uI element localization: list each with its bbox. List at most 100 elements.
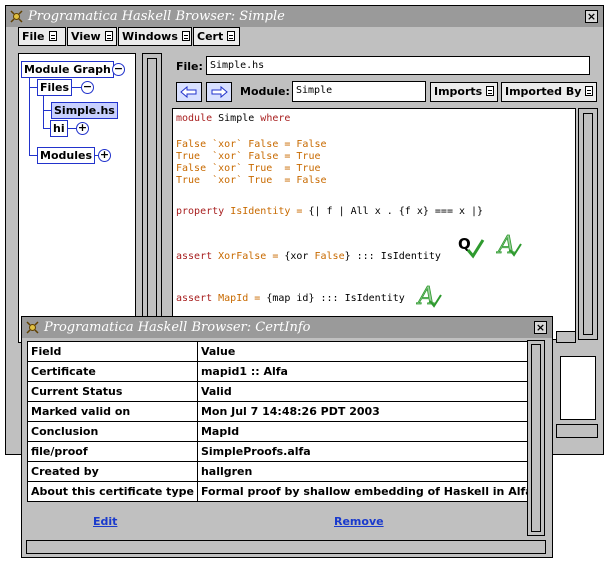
certinfo-window-title: Programatica Haskell Browser: CertInfo	[44, 320, 311, 335]
alfa-icon[interactable]: A	[496, 230, 522, 258]
menu-windows-label: Windows	[122, 30, 178, 43]
alfa-icon[interactable]: A	[416, 281, 442, 309]
app-icon	[26, 321, 39, 334]
horizontal-scrollbar[interactable]	[556, 331, 576, 343]
table-row: Certificate mapid1 :: Alfa	[27, 361, 537, 382]
app-icon	[10, 10, 23, 23]
imported-by-label: Imported By	[505, 85, 582, 98]
field-cell: Marked valid on	[27, 401, 198, 422]
expand-icon[interactable]: +	[98, 149, 111, 162]
tree-connector	[29, 77, 30, 155]
code-text: XorFalse =	[212, 251, 285, 262]
table-row: Conclusion MapId	[27, 421, 537, 442]
forward-button[interactable]	[206, 82, 232, 102]
tree-connector	[72, 87, 81, 88]
imports-menu[interactable]: Imports	[430, 82, 498, 102]
file-field[interactable]: Simple.hs	[206, 56, 590, 75]
imports-label: Imports	[434, 85, 483, 98]
expand-icon[interactable]: +	[76, 122, 89, 135]
value-cell: mapid1 :: Alfa	[196, 361, 537, 382]
imported-by-menu[interactable]: Imported By	[501, 82, 597, 102]
code-line-property: property IsIdentity = {| f | All x . {f …	[176, 206, 483, 218]
certificate-table: Field Value Certificate mapid1 :: Alfa Curre…	[27, 341, 537, 502]
code-keyword: where	[260, 113, 291, 124]
table-row: file/proof SimpleProofs.alfa	[27, 441, 537, 462]
code-text: {| f | All x . {f x} === x |}	[308, 206, 484, 217]
table-header-cell: Field	[27, 341, 198, 362]
table-row: Marked valid on Mon Jul 7 14:48:26 PDT 20…	[27, 401, 537, 422]
tree-connector	[43, 128, 50, 129]
certinfo-title-bar[interactable]: Programatica Haskell Browser: CertInfo ×	[22, 317, 552, 338]
close-icon[interactable]: ×	[585, 10, 598, 23]
field-cell: Created by	[27, 461, 198, 482]
value-cell: hallgren	[196, 461, 537, 482]
tree-scrollbar-track	[147, 58, 157, 340]
menu-file[interactable]: File	[18, 27, 66, 46]
code-text: False	[314, 251, 345, 262]
code-text: Simple	[212, 113, 261, 124]
menu-dropdown-icon	[104, 31, 113, 41]
value-cell: Formal proof by shallow embedding of Has…	[196, 481, 537, 502]
table-header-row: Field Value	[27, 341, 537, 362]
menu-cert[interactable]: Cert	[193, 27, 240, 46]
code-line-xor-1: False `xor` False = False	[176, 139, 327, 150]
code-line-xor-3: False `xor` True = True	[176, 163, 321, 174]
code-line-module: module Simple where	[176, 113, 290, 125]
collapse-icon[interactable]: −	[112, 63, 125, 76]
tree-connector	[43, 96, 44, 128]
forward-arrow-icon	[211, 85, 228, 99]
tree-node-files[interactable]: Files	[37, 79, 73, 96]
value-cell: MapId	[196, 421, 537, 442]
close-icon[interactable]: ×	[534, 321, 547, 334]
horizontal-scrollbar[interactable]	[556, 424, 598, 438]
code-keyword: assert	[176, 293, 213, 304]
menu-file-label: File	[22, 30, 45, 43]
tree-connector	[29, 87, 37, 88]
file-label: File:	[176, 60, 203, 73]
message-pane	[560, 356, 596, 420]
tree-node-module-graph[interactable]: Module Graph	[21, 61, 114, 78]
menu-view[interactable]: View	[67, 27, 117, 46]
tree-connector	[43, 110, 51, 111]
code-keyword: module	[176, 113, 213, 124]
field-cell: Conclusion	[27, 421, 198, 442]
menu-dropdown-icon	[585, 86, 594, 96]
code-text: {map id} ::: IsIdentity	[266, 293, 405, 304]
code-keyword: property	[176, 206, 225, 217]
code-line-xor-4: True `xor` True = False	[176, 175, 327, 186]
code-text: MapId =	[212, 293, 267, 304]
menu-cert-label: Cert	[197, 30, 224, 43]
remove-link[interactable]: Remove	[334, 515, 384, 528]
code-text: {xor	[284, 251, 315, 262]
table-row: Current Status Valid	[27, 381, 537, 402]
value-cell: Valid	[196, 381, 537, 402]
module-tree-pane	[18, 53, 136, 343]
code-line-assert-mapid: assert MapId = {map id} ::: IsIdentity	[176, 293, 405, 305]
menu-dropdown-icon	[227, 31, 236, 41]
certinfo-horizontal-scrollbar[interactable]	[26, 540, 546, 554]
field-cell: Certificate	[27, 361, 198, 382]
code-text: } ::: IsIdentity	[344, 251, 441, 262]
collapse-icon[interactable]: −	[81, 81, 94, 94]
main-title-bar[interactable]: Programatica Haskell Browser: Simple ×	[6, 6, 603, 27]
table-row: About this certificate type Formal proof …	[27, 481, 537, 502]
code-keyword: assert	[176, 251, 213, 262]
back-button[interactable]	[176, 82, 202, 102]
menu-windows[interactable]: Windows	[118, 27, 192, 46]
module-field[interactable]: Simple	[292, 81, 426, 102]
value-cell: Mon Jul 7 14:48:26 PDT 2003	[196, 401, 537, 422]
back-arrow-icon	[180, 85, 197, 99]
menu-dropdown-icon	[181, 31, 190, 41]
certinfo-scrollbar-track	[531, 344, 541, 532]
tree-node-modules[interactable]: Modules	[37, 147, 95, 164]
q-check-icon[interactable]: Q	[456, 234, 486, 260]
code-scrollbar-track	[583, 113, 593, 335]
edit-link[interactable]: Edit	[93, 515, 117, 528]
tree-connector	[68, 128, 76, 129]
code-text: IsIdentity =	[224, 206, 309, 217]
tree-node-hi[interactable]: hi	[50, 120, 68, 137]
table-header-cell: Value	[196, 341, 537, 362]
code-line-xor-2: True `xor` False = True	[176, 151, 321, 162]
value-cell: SimpleProofs.alfa	[196, 441, 537, 462]
tree-node-simple-hs[interactable]: Simple.hs	[51, 102, 118, 119]
